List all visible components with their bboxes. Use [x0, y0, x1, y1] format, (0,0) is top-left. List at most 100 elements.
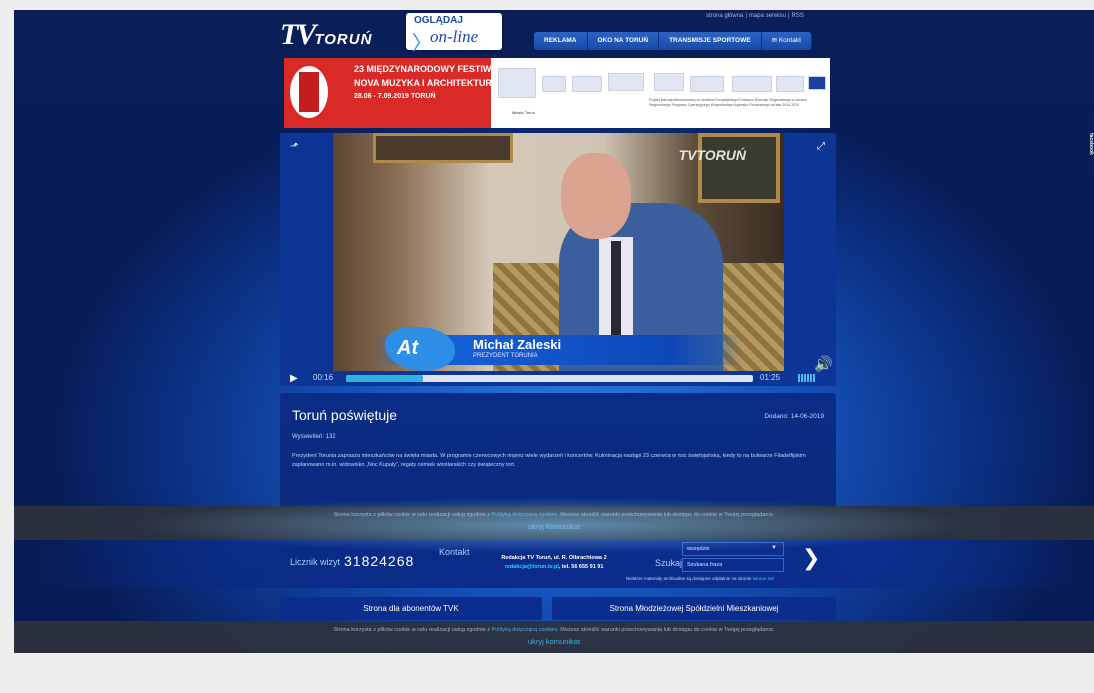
- watch-online-label: OGLĄDAJ: [414, 15, 463, 26]
- article-views: Wyświetleń: 132: [292, 434, 336, 440]
- sponsor-logo-icon: [690, 76, 724, 92]
- lower-third-logo: At: [397, 337, 419, 359]
- nav-eye-on-torun[interactable]: OKO NA TORUŃ: [587, 32, 660, 50]
- cookie-policy-link[interactable]: Polityką dotyczącą cookies: [492, 627, 558, 633]
- player-controls: ▶ 00:16 01:25: [280, 371, 836, 386]
- sponsor-logo-icon: [608, 73, 644, 91]
- video-player[interactable]: ⬏ ⤢ TVTORUŃ At Michał Zaleski PREZYDENT …: [280, 133, 836, 386]
- sponsor-logo-icon: [542, 76, 566, 92]
- tvk-subscribers-button[interactable]: Strona dla abonentów TVK: [280, 597, 542, 620]
- cookie-bar: Strona korzysta z plików cookie w celu r…: [14, 621, 1094, 653]
- search-input[interactable]: Szukana fraza: [682, 558, 784, 572]
- popout-icon[interactable]: ⬏: [290, 141, 298, 152]
- current-time: 00:16: [313, 373, 334, 382]
- contact-email[interactable]: redakcja@torun.tv.pl: [505, 564, 559, 570]
- facebook-side-tab[interactable]: facebook: [1084, 110, 1094, 178]
- archive-note: Niektóre materiały archiwalne są dostępn…: [626, 576, 774, 581]
- city-crest-icon: [498, 68, 536, 98]
- search-placeholder: Szukana fraza: [687, 562, 723, 568]
- sponsor-logo-icon: [654, 73, 684, 91]
- cookie-message-before: Strona korzysta z plików cookie w celu r…: [333, 627, 492, 633]
- tv-torun-logo[interactable]: TVTORUŃ: [280, 18, 380, 51]
- chevron-down-icon: ▼: [771, 545, 777, 551]
- cookie-message-after: . Możesz określić warunki przechowywania…: [557, 512, 775, 518]
- festival-banner[interactable]: 23 MIĘDZYNARODOWY FESTIWAL NOVA MUZYKA I…: [284, 58, 830, 128]
- online-label: on-line: [430, 27, 479, 46]
- nav-advertising[interactable]: REKLAMA: [534, 32, 588, 50]
- cookie-policy-link[interactable]: Polityką dotyczącą cookies: [492, 512, 558, 518]
- archive-link[interactable]: tvtorun.net: [753, 576, 774, 581]
- festival-banner-red: 23 MIĘDZYNARODOWY FESTIWAL NOVA MUZYKA I…: [284, 58, 503, 128]
- region-map-icon: [385, 327, 455, 371]
- contact-address: Redakcja TV Toruń, ul. R. Olbrachtowa 2 …: [484, 554, 624, 572]
- search-label: Szukaj: [655, 558, 683, 568]
- envelope-icon: ✉: [771, 37, 779, 44]
- watch-online-button[interactable]: OGLĄDAJ 〉 on-line: [406, 13, 502, 55]
- cookie-hide-link[interactable]: ukryj komunikat: [14, 522, 1094, 531]
- contact-phone: , tel. 56 655 91 91: [558, 564, 604, 570]
- archive-note-text: Niektóre materiały archiwalne są dostępn…: [626, 576, 752, 581]
- speaker-head: [561, 153, 631, 239]
- sponsor-logo-icon: [572, 76, 602, 92]
- seek-bar[interactable]: [346, 375, 753, 382]
- speaker-tie: [611, 241, 621, 341]
- contact-email-line: redakcja@torun.tv.pl, tel. 56 655 91 91: [484, 563, 624, 572]
- cookie-bar: Strona korzysta z plików cookie w celu r…: [14, 506, 1094, 540]
- volume-bar: [813, 374, 815, 382]
- main-nav: REKLAMA OKO NA TORUŃ TRANSMISJE SPORTOWE…: [534, 32, 812, 50]
- search-scope-select[interactable]: wszędzie ▼: [682, 542, 784, 556]
- link-sitemap[interactable]: mapa serwisu: [749, 13, 786, 19]
- cookie-message: Strona korzysta z plików cookie w celu r…: [14, 621, 1094, 633]
- article-body: Prezydent Torunia zaprasza mieszkańców n…: [292, 453, 806, 468]
- sponsor-funding-text: Projekt jest współfinansowany ze środków…: [649, 98, 807, 107]
- contact-address-line: Redakcja TV Toruń, ul. R. Olbrachtowa 2: [501, 555, 607, 561]
- nav-contact[interactable]: ✉ Kontakt: [761, 32, 812, 50]
- link-home[interactable]: strona główna: [706, 13, 743, 19]
- banner-line-2: NOVA MUZYKA I ARCHITEKTURA: [354, 78, 499, 88]
- video-frame[interactable]: TVTORUŃ At Michał Zaleski PREZYDENT TORU…: [333, 133, 784, 371]
- top-links: strona główna | mapa serwisu | RSS: [706, 13, 804, 19]
- nav-contact-label: Kontakt: [778, 37, 801, 44]
- article-title: Toruń poświętuje: [292, 407, 398, 423]
- visit-counter-label: Licznik wizyt: [290, 557, 341, 567]
- msm-cooperative-button[interactable]: Strona Młodzieżowej Spółdzielni Mieszkan…: [552, 597, 836, 620]
- visit-counter-value: 31824268: [344, 553, 415, 569]
- sponsor-city-label: Miasto Toruń: [512, 110, 535, 115]
- sponsor-logo-icon: [732, 76, 772, 92]
- article-panel: Toruń poświętuje Dodano: 14-06-2019 Wyśw…: [280, 393, 836, 508]
- duration: 01:25: [760, 373, 781, 382]
- volume-bar: [801, 374, 803, 382]
- painting: [698, 133, 780, 203]
- search-scope-value: wszędzie: [687, 546, 710, 552]
- banner-dates: 28.06 - 7.09.2019 TORUŃ: [354, 93, 436, 100]
- link-rss[interactable]: RSS: [792, 13, 804, 19]
- volume-bar: [810, 374, 812, 382]
- speaker-role: PREZYDENT TORUNIA: [473, 353, 538, 359]
- play-icon[interactable]: ▶: [290, 373, 298, 384]
- eu-flag-icon: [808, 76, 826, 90]
- sponsor-logo-icon: [776, 76, 804, 92]
- cookie-message-before: Strona korzysta z plików cookie w celu r…: [333, 512, 492, 518]
- volume-bar: [798, 374, 800, 382]
- article-date: Dodano: 14-06-2019: [764, 413, 824, 420]
- search-submit-icon[interactable]: ❯: [802, 545, 820, 571]
- fullscreen-icon[interactable]: ⤢: [817, 141, 825, 152]
- nav-sport-broadcasts[interactable]: TRANSMISJE SPORTOWE: [659, 32, 762, 50]
- contact-label: Kontakt: [439, 547, 470, 557]
- volume-bar: [807, 374, 809, 382]
- cookie-message: Strona korzysta z plików cookie w celu r…: [14, 506, 1094, 518]
- volume-bar: [804, 374, 806, 382]
- channel-watermark: TVTORUŃ: [678, 147, 746, 163]
- cookie-message-after: . Możesz określić warunki przechowywania…: [557, 627, 775, 633]
- seek-bar-progress: [346, 375, 424, 382]
- painting: [373, 133, 513, 163]
- banner-line-1: 23 MIĘDZYNARODOWY FESTIWAL: [354, 64, 503, 74]
- festival-emblem-icon: [290, 66, 328, 118]
- cookie-hide-link[interactable]: ukryj komunikat: [14, 637, 1094, 646]
- volume-slider[interactable]: [798, 374, 815, 382]
- browser-viewport: TVTORUŃ OGLĄDAJ 〉 on-line strona główna |…: [14, 10, 1094, 653]
- logo-city: TORUŃ: [314, 31, 373, 48]
- logo-tv: TV: [280, 18, 316, 51]
- lower-third: At Michał Zaleski PREZYDENT TORUNIA: [373, 327, 743, 371]
- chevron-right-icon: 〉: [412, 33, 432, 55]
